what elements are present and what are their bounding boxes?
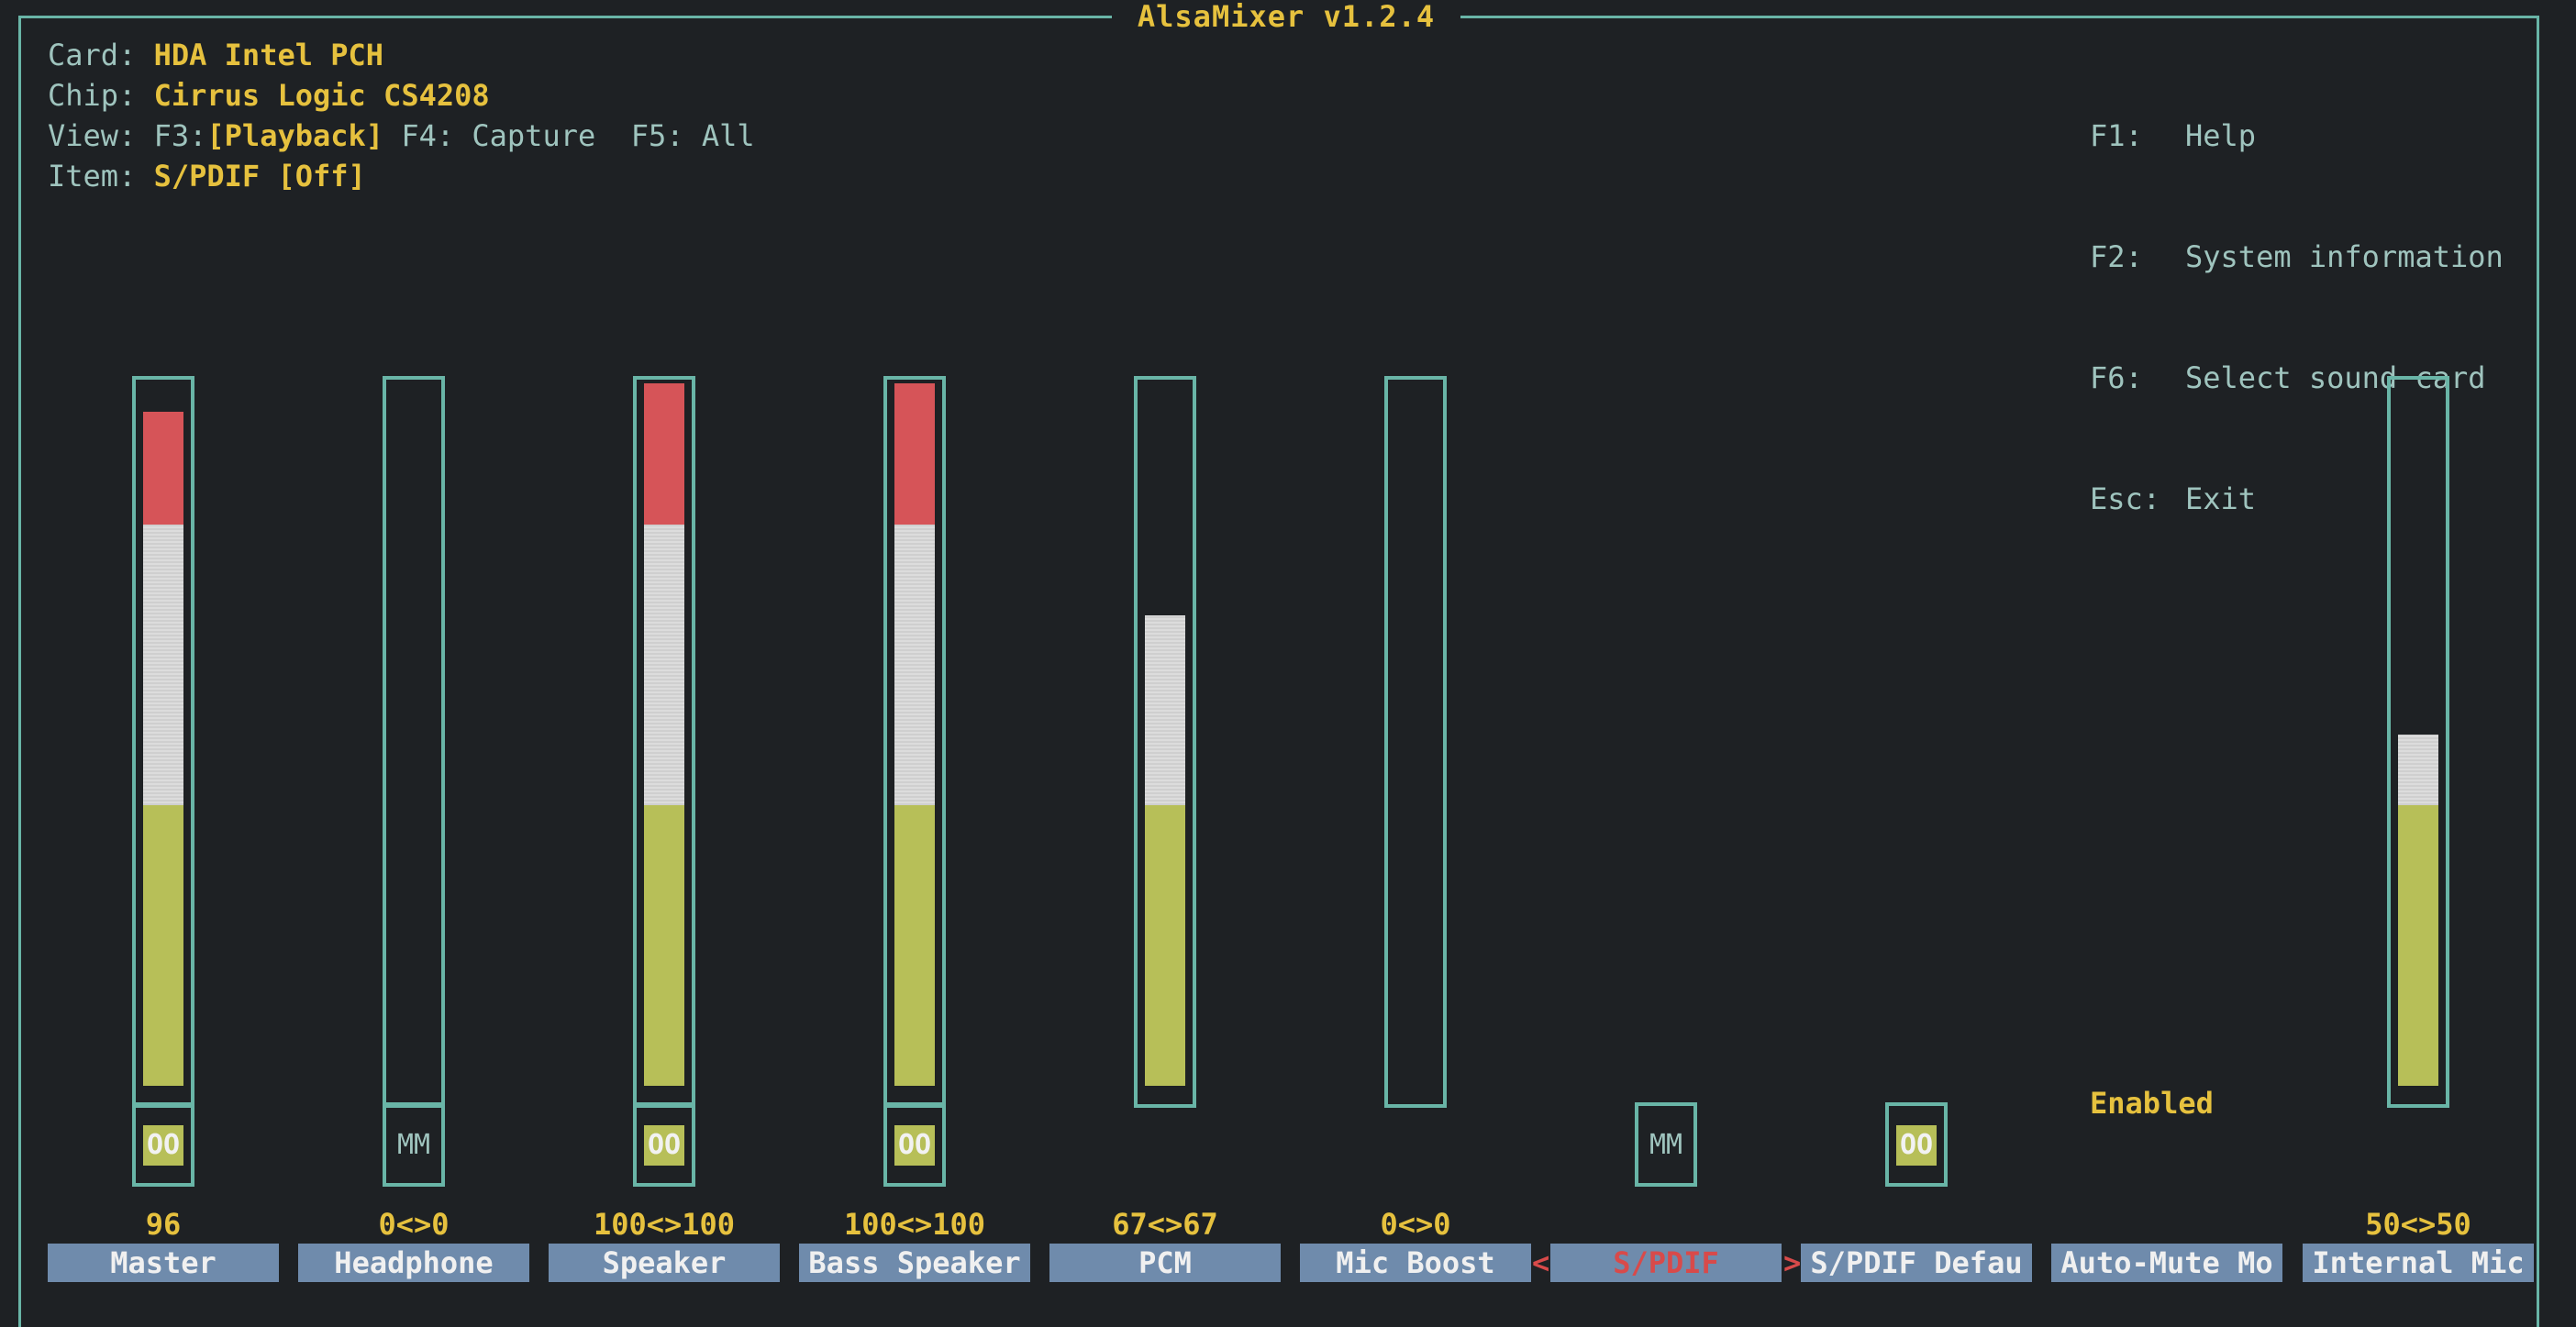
volume-value-headphone: 0<>0: [378, 1207, 450, 1242]
mute-switch-bass-speaker[interactable]: OO: [883, 1102, 946, 1187]
level-green-segment: [894, 805, 935, 1086]
level-green-segment: [1145, 805, 1185, 1086]
selection-left-marker: <: [1532, 1245, 1550, 1280]
help-row-f2[interactable]: F2: System information: [2090, 237, 2504, 277]
switch-state: OO: [894, 1125, 935, 1166]
help-key: F6:: [2090, 360, 2143, 395]
view-row: View: F3:[Playback] F4: Capture F5: All: [48, 116, 755, 156]
volume-fill: [1145, 615, 1185, 1086]
card-row: Card: HDA Intel PCH: [48, 35, 755, 75]
level-red-segment: [894, 383, 935, 525]
volume-value-bass-speaker: 100<>100: [843, 1207, 986, 1242]
control-label-s-pdif-defau[interactable]: S/PDIF Defau: [1801, 1244, 2032, 1282]
info-panel: Card: HDA Intel PCH Chip: Cirrus Logic C…: [48, 35, 755, 196]
help-key: F2:: [2090, 239, 2143, 274]
volume-value-pcm: 67<>67: [1112, 1207, 1218, 1242]
level-white-segment: [143, 525, 183, 805]
switch-state: OO: [1896, 1125, 1937, 1166]
level-white-segment: [2398, 735, 2438, 805]
chip-label: Chip:: [48, 78, 137, 113]
help-key: F1:: [2090, 118, 2143, 153]
volume-bar-mic-boost[interactable]: [1384, 376, 1447, 1108]
volume-bar-internal-mic[interactable]: [2387, 376, 2449, 1108]
help-key: Esc:: [2090, 481, 2161, 516]
level-green-segment: [2398, 805, 2438, 1086]
volume-value-mic-boost: 0<>0: [1380, 1207, 1451, 1242]
mute-switch-s-pdif[interactable]: MM: [1635, 1102, 1697, 1187]
volume-bar-master[interactable]: [132, 376, 194, 1108]
item-label: Item:: [48, 159, 137, 194]
switch-state: OO: [143, 1125, 183, 1166]
mute-switch-speaker[interactable]: OO: [633, 1102, 695, 1187]
view-label: View:: [48, 118, 137, 153]
volume-bar-headphone[interactable]: [383, 376, 445, 1108]
app-title: AlsaMixer v1.2.4: [1112, 0, 1460, 33]
level-red-segment: [644, 383, 684, 525]
level-white-segment: [1145, 615, 1185, 805]
level-white-segment: [894, 525, 935, 805]
card-value: HDA Intel PCH: [153, 38, 384, 72]
level-white-segment: [644, 525, 684, 805]
control-label-master[interactable]: Master: [48, 1244, 279, 1282]
control-label-speaker[interactable]: Speaker: [549, 1244, 780, 1282]
volume-fill: [143, 412, 183, 1086]
control-label-mic-boost[interactable]: Mic Boost: [1300, 1244, 1531, 1282]
volume-value-master: 96: [145, 1207, 182, 1242]
help-text: Exit: [2185, 481, 2257, 516]
control-label-bass-speaker[interactable]: Bass Speaker: [799, 1244, 1030, 1282]
view-playback-tab[interactable]: [Playback]: [206, 118, 383, 153]
control-label-s-pdif[interactable]: S/PDIF: [1550, 1244, 1782, 1282]
control-label-pcm[interactable]: PCM: [1049, 1244, 1281, 1282]
auto-mute-enum-value: Enabled: [2090, 1086, 2214, 1121]
level-green-segment: [644, 805, 684, 1086]
switch-state: OO: [644, 1125, 684, 1166]
volume-bar-bass-speaker[interactable]: [883, 376, 946, 1108]
level-red-segment: [143, 412, 183, 525]
volume-bar-speaker[interactable]: [633, 376, 695, 1108]
item-row: Item: S/PDIF [Off]: [48, 156, 755, 196]
help-text: System information: [2185, 239, 2504, 274]
view-f3-key: F3:: [153, 118, 207, 153]
switch-state: MM: [396, 1129, 431, 1161]
volume-value-speaker: 100<>100: [593, 1207, 736, 1242]
volume-fill: [894, 383, 935, 1086]
control-label-auto-mute-mo[interactable]: Auto-Mute Mo: [2051, 1244, 2282, 1282]
view-other-tabs[interactable]: F4: Capture F5: All: [383, 118, 754, 153]
volume-fill: [2398, 735, 2438, 1086]
chip-value: Cirrus Logic CS4208: [153, 78, 490, 113]
help-row-f1[interactable]: F1: Help: [2090, 116, 2504, 156]
chip-row: Chip: Cirrus Logic CS4208: [48, 75, 755, 116]
volume-value-internal-mic: 50<>50: [2365, 1207, 2471, 1242]
level-green-segment: [143, 805, 183, 1086]
volume-fill: [644, 383, 684, 1086]
item-value: S/PDIF [Off]: [153, 159, 366, 194]
control-label-internal-mic[interactable]: Internal Mic: [2303, 1244, 2534, 1282]
mute-switch-master[interactable]: OO: [132, 1102, 194, 1187]
control-label-headphone[interactable]: Headphone: [298, 1244, 529, 1282]
help-text: Help: [2185, 118, 2257, 153]
card-label: Card:: [48, 38, 137, 72]
mute-switch-headphone[interactable]: MM: [383, 1102, 445, 1187]
mute-switch-s-pdif-defau[interactable]: OO: [1885, 1102, 1948, 1187]
selection-right-marker: >: [1783, 1245, 1802, 1280]
volume-bar-pcm[interactable]: [1134, 376, 1196, 1108]
switch-state: MM: [1649, 1129, 1683, 1161]
